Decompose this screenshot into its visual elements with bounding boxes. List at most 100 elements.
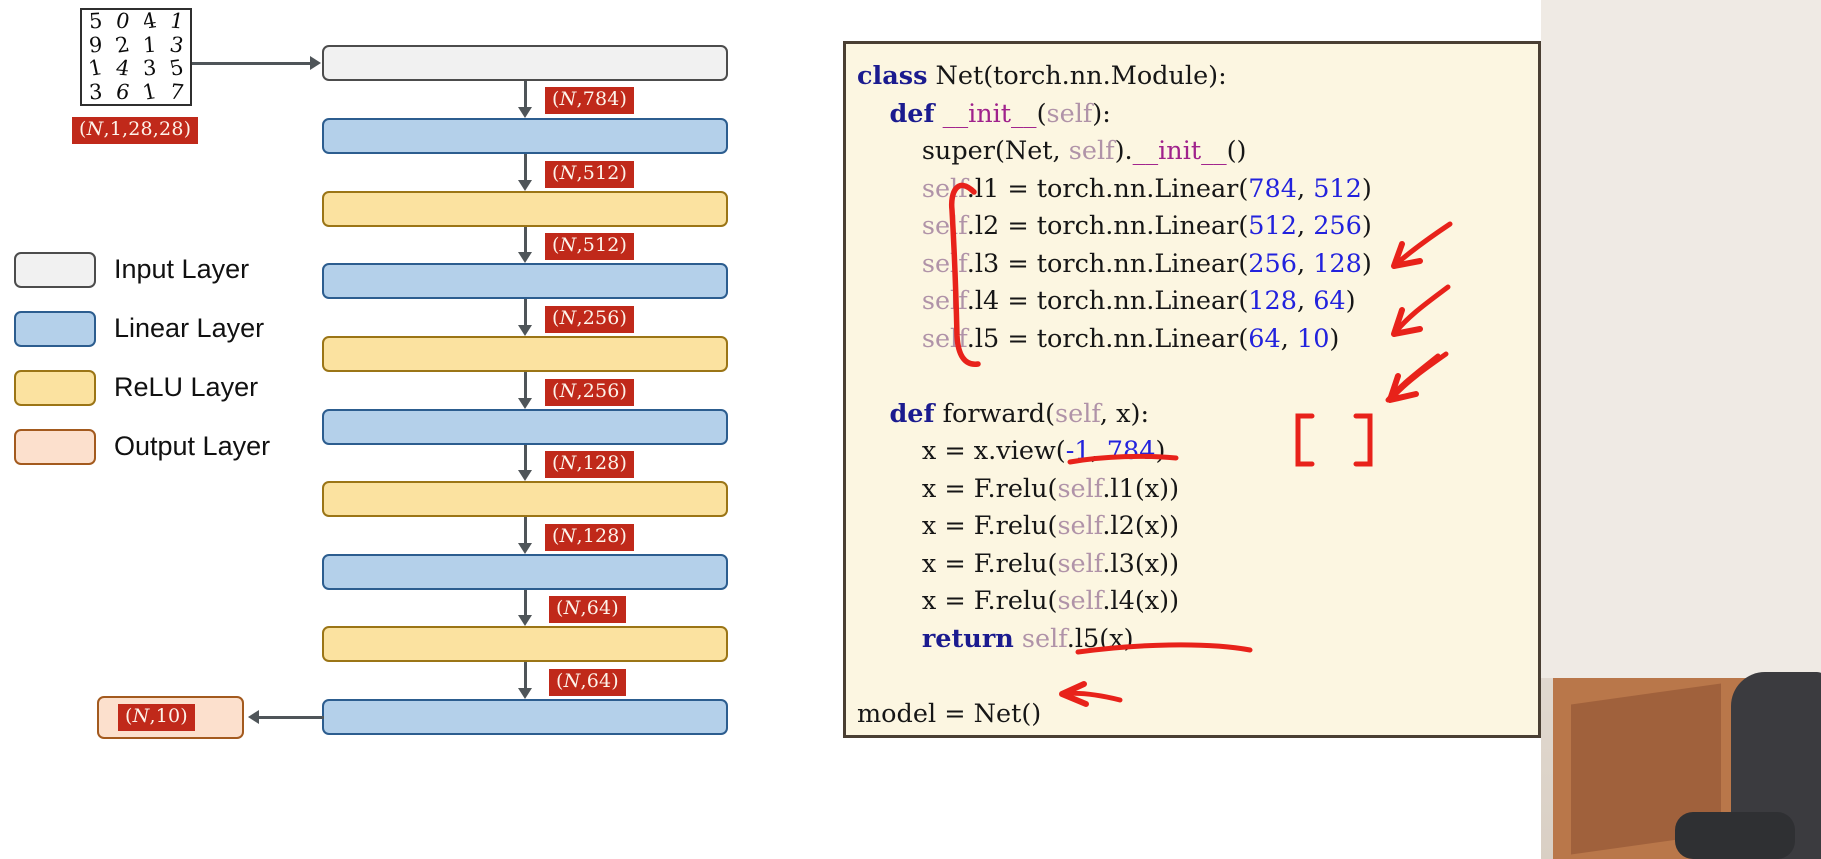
arrowhead-input: [310, 56, 321, 70]
shape-tag-784: (N,784): [545, 87, 635, 114]
legend-item-linear-layer: Linear Layer: [14, 299, 314, 358]
code-self: self: [1055, 398, 1100, 429]
code-dunder-init: __init__: [942, 98, 1037, 129]
code-keyword-return: return: [921, 623, 1014, 654]
code-self: self: [1057, 473, 1103, 504]
legend-swatch-relu-layer: [14, 369, 96, 406]
code-number: 784: [1106, 436, 1156, 466]
shape-tag-128-a: (N,128): [545, 451, 635, 478]
flow-arrowhead: [518, 180, 532, 191]
flow-arrowhead: [518, 688, 532, 699]
code-number: 512: [1248, 211, 1297, 241]
mnist-digit: 1: [140, 79, 159, 105]
code-number: -1: [1065, 436, 1091, 466]
code-self: self: [1057, 548, 1103, 579]
shape-tag-64-a: (N,64): [549, 596, 626, 623]
code-keyword-class: class: [857, 61, 928, 91]
flow-arrowhead: [518, 543, 532, 554]
legend-swatch-linear-layer: [14, 310, 96, 347]
code-number: 10: [1296, 323, 1330, 354]
mnist-digit: 5: [167, 55, 186, 81]
code-number: 64: [1313, 286, 1346, 316]
code-dunder-init: __init__: [1132, 136, 1227, 166]
legend-swatch-input-layer: [14, 251, 96, 288]
linear-layer-5-block[interactable]: [322, 699, 728, 735]
shape-tag-512-a: (N,512): [545, 161, 635, 188]
code-number: 512: [1313, 173, 1362, 204]
code-self: self: [921, 248, 967, 279]
code-self: self: [921, 211, 967, 241]
code-keyword-def: def: [889, 98, 935, 129]
flow-arrowhead: [518, 398, 532, 409]
output-shape-tag: (N,10): [118, 704, 195, 731]
flow-arrowhead: [518, 107, 532, 118]
mnist-digit: 1: [167, 8, 186, 34]
input-shape-tag: (N,1,28,28): [72, 117, 199, 144]
legend: Input Layer Linear Layer ReLU Layer Outp…: [14, 240, 314, 476]
wall: [1541, 0, 1821, 678]
code-self: self: [1057, 511, 1103, 541]
slide-root: 5 0 4 1 9 2 1 3 1 4 3 5 3 6 1 7 (N,1,28,…: [0, 0, 1821, 859]
legend-label: Linear Layer: [114, 313, 265, 343]
arrowhead-output: [248, 710, 259, 724]
mnist-digit: 0: [113, 8, 132, 34]
flow-arrowhead: [518, 470, 532, 481]
flow-arrowhead: [518, 325, 532, 336]
code-panel: class Net(torch.nn.Module): def __init__…: [843, 41, 1541, 738]
linear-layer-3-block[interactable]: [322, 409, 728, 445]
relu-layer-4-block[interactable]: [322, 626, 728, 662]
shape-tag-256-b: (N,256): [545, 379, 635, 406]
mnist-digit: 2: [113, 32, 132, 58]
linear-layer-4-block[interactable]: [322, 554, 728, 590]
code-self: self: [921, 323, 967, 354]
mnist-digit: 4: [113, 55, 132, 81]
mnist-digit: 6: [113, 79, 132, 105]
relu-layer-3-block[interactable]: [322, 481, 728, 517]
code-number: 128: [1313, 248, 1362, 279]
code-number: 256: [1248, 248, 1297, 279]
linear-layer-2-block[interactable]: [322, 263, 728, 299]
legend-item-output-layer: Output Layer: [14, 417, 314, 476]
flow-arrowhead: [518, 252, 532, 263]
relu-layer-1-block[interactable]: [322, 191, 728, 227]
connector-line-output: [258, 716, 324, 719]
code-self: self: [921, 173, 967, 204]
mnist-digit: 5: [87, 8, 103, 34]
code-block: class Net(torch.nn.Module): def __init__…: [857, 61, 1372, 729]
relu-layer-2-block[interactable]: [322, 336, 728, 372]
legend-item-input-layer: Input Layer: [14, 240, 314, 299]
code-self: self: [1057, 586, 1103, 616]
code-number: 256: [1313, 211, 1362, 241]
mnist-digit-grid: 5 0 4 1 9 2 1 3 1 4 3 5 3 6 1 7: [80, 8, 192, 106]
code-number: 64: [1248, 323, 1281, 354]
chair-seat: [1675, 812, 1795, 859]
input-layer-block[interactable]: [322, 45, 728, 81]
room-background-sliver: [1541, 0, 1821, 859]
code-self: self: [1068, 136, 1115, 166]
code-self: self: [1046, 98, 1093, 129]
legend-item-relu-layer: ReLU Layer: [14, 358, 314, 417]
mnist-digit: 3: [87, 79, 103, 105]
legend-swatch-output-layer: [14, 428, 96, 465]
code-number: 784: [1248, 173, 1297, 204]
mnist-digit: 1: [141, 32, 157, 58]
shape-tag-256-a: (N,256): [545, 306, 635, 333]
shape-tag-128-b: (N,128): [545, 524, 635, 551]
connector-line-input: [192, 62, 314, 65]
mnist-digit: 7: [167, 79, 186, 105]
mnist-digit: 9: [87, 32, 103, 58]
shape-tag-512-b: (N,512): [545, 233, 635, 260]
network-diagram: 5 0 4 1 9 2 1 3 1 4 3 5 3 6 1 7 (N,1,28,…: [0, 0, 840, 859]
mnist-digit: 4: [140, 8, 159, 34]
mnist-digit: 3: [141, 55, 157, 81]
code-keyword-def: def: [889, 398, 935, 429]
code-self: self: [1021, 623, 1067, 654]
code-number: 128: [1248, 286, 1297, 316]
code-self: self: [921, 286, 967, 316]
legend-label: Output Layer: [114, 431, 271, 461]
shape-tag-64-b: (N,64): [549, 669, 626, 696]
mnist-digit: 3: [167, 32, 186, 58]
legend-label: Input Layer: [114, 254, 250, 284]
linear-layer-1-block[interactable]: [322, 118, 728, 154]
mnist-digit: 1: [86, 55, 105, 81]
